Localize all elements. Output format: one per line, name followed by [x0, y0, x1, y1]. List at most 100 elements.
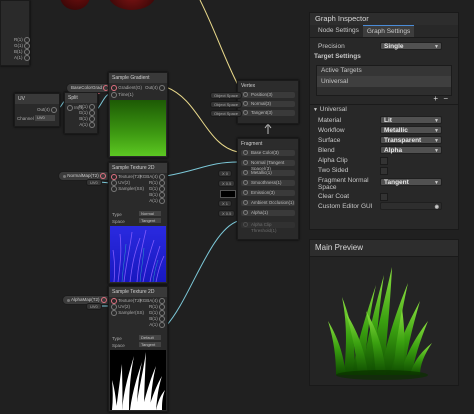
blend-row: Blend Alpha ▼ [310, 146, 458, 156]
vertex-position-slot[interactable]: Position(3) [241, 92, 295, 98]
time-in-port[interactable]: Time(1) [111, 92, 134, 98]
vertex-normal-slot[interactable]: Normal(3) [241, 101, 295, 107]
alpha-clip-checkbox[interactable] [380, 157, 388, 165]
tex2-type-label: Type [112, 336, 122, 341]
sample-gradient-node[interactable]: Sample Gradient Gradient(G) Time(1) Out(… [108, 72, 168, 158]
fragment-normal-slot[interactable]: Normal (Tangent Space)(3) [241, 160, 295, 171]
inspector-title: Graph Inspector [310, 13, 458, 25]
split-node-partial[interactable]: R(1) G(1) B(1) A(1) [0, 0, 31, 66]
tex2-a-out[interactable]: A(1) [139, 322, 165, 328]
clear-coat-row: Clear Coat [310, 192, 458, 202]
alpha-clip-row: Alpha Clip [310, 156, 458, 166]
two-sided-row: Two Sided [310, 166, 458, 176]
sample-texture-alpha-node[interactable]: Sample Texture 2D Texture(T2) UV(2) Samp… [108, 286, 168, 412]
gradient-preview [110, 100, 166, 156]
fragment-ao-input[interactable]: X 1 [218, 200, 233, 207]
material-row: Material Lit ▼ [310, 116, 458, 126]
main-preview-viewport[interactable] [310, 257, 458, 385]
universal-section[interactable]: ▼ Universal [310, 105, 458, 116]
fragment-alphaclip-slot[interactable]: Alpha Clip Threshold(1) [241, 222, 295, 233]
fragment-basecolor-slot[interactable]: Base Color(3) [241, 150, 295, 156]
port-a[interactable]: A(1) [14, 55, 30, 61]
fragment-alphaclip-input[interactable]: X 0.5 [218, 210, 236, 217]
fragment-smoothness-slot[interactable]: Smoothness(1) [241, 180, 295, 186]
fragment-normal-space-dropdown[interactable]: Tangent ▼ [380, 178, 442, 186]
fragment-metallic-slot[interactable]: Metallic(1) [241, 170, 295, 176]
precision-dropdown[interactable]: Single ▼ [380, 42, 442, 50]
normal-uv-input[interactable]: UV0 [86, 179, 102, 186]
surface-label: Surface [318, 137, 341, 144]
tex1-space-dropdown[interactable]: Tangent [139, 218, 161, 223]
alpha-map-preview [110, 350, 166, 410]
workflow-dropdown[interactable]: Metallic ▼ [380, 126, 442, 134]
fragment-normal-space-row: Fragment Normal Space Tangent ▼ [310, 176, 458, 192]
fragment-normal-label-line2: Space [318, 184, 337, 191]
tab-node-settings[interactable]: Node Settings [314, 25, 363, 37]
two-sided-label: Two Sided [318, 167, 349, 174]
tex1-type-dropdown[interactable]: Normal [139, 211, 161, 216]
vertex-tangent-input[interactable]: Object Space [210, 110, 243, 117]
vertex-context[interactable]: Vertex Position(3) Normal(3) Tangent(3) [237, 80, 299, 124]
sample-texture-alpha-title: Sample Texture 2D [109, 287, 167, 297]
workflow-label: Workflow [318, 127, 345, 134]
vertex-title: Vertex [238, 81, 298, 91]
active-targets-header: Active Targets [317, 66, 451, 76]
normal-map-property[interactable]: NormalMap(T2) [58, 171, 112, 181]
chevron-down-icon: ▼ [434, 148, 439, 154]
gradient-out-port[interactable]: Out(4) [145, 85, 165, 91]
alpha-uv-input[interactable]: UV0 [86, 303, 102, 310]
clear-coat-checkbox[interactable] [380, 193, 388, 201]
vertex-tangent-slot[interactable]: Tangent(3) [241, 110, 295, 116]
sample-texture-normal-title: Sample Texture 2D [109, 163, 167, 173]
active-target-universal[interactable]: Universal [317, 76, 451, 87]
custom-editor-gui-field[interactable]: ◉ [380, 202, 442, 210]
fragment-emission-color[interactable] [220, 190, 236, 198]
blend-label: Blend [318, 147, 335, 154]
target-settings-row: Target Settings [310, 52, 458, 62]
uv-channel-label: Channel [17, 116, 34, 121]
split-node[interactable]: Split In(4) R(1) G(1) B(1) A(1) [64, 92, 98, 134]
uv-node[interactable]: UV Out(4) Channel UV0 [14, 93, 60, 127]
fragment-metallic-input[interactable]: X 0 [218, 170, 233, 177]
uv-channel-dropdown[interactable]: UV0 [35, 115, 55, 121]
sample-gradient-title: Sample Gradient [109, 73, 167, 83]
vertex-position-input[interactable]: Object Space [210, 92, 243, 99]
gradient-in-port[interactable]: Gradient(G) [111, 85, 142, 91]
tab-graph-settings[interactable]: Graph Settings [362, 25, 415, 37]
tex1-space-label: Space [112, 219, 125, 224]
main-preview-panel: Main Preview [309, 239, 459, 386]
tex2-space-label: Space [112, 343, 125, 348]
inspector-tabs: Node Settings Graph Settings [310, 25, 458, 37]
precision-label: Precision [318, 43, 345, 50]
chevron-down-icon: ▼ [434, 128, 439, 134]
active-targets-list: Active Targets Universal [316, 65, 452, 96]
chevron-down-icon: ▼ [434, 44, 439, 50]
uv-out-port[interactable]: Out(4) [37, 107, 57, 113]
graph-inspector: Graph Inspector Node Settings Graph Sett… [309, 12, 459, 230]
target-settings-label: Target Settings [314, 53, 361, 60]
surface-row: Surface Transparent ▼ [310, 136, 458, 146]
fragment-smoothness-input[interactable]: X 0.5 [218, 180, 236, 187]
fragment-emission-slot[interactable]: Emission(3) [241, 190, 295, 196]
grass-preview-image [328, 267, 432, 380]
tex2-type-dropdown[interactable]: Default [139, 335, 161, 340]
workflow-row: Workflow Metallic ▼ [310, 126, 458, 136]
custom-editor-gui-label: Custom Editor GUI [318, 203, 373, 210]
material-dropdown[interactable]: Lit ▼ [380, 116, 442, 124]
alpha-clip-label: Alpha Clip [318, 157, 348, 164]
remove-target-button[interactable]: − [443, 94, 448, 103]
split-a-port[interactable]: A(1) [79, 122, 95, 128]
chevron-down-icon: ▼ [434, 118, 439, 124]
chevron-down-icon: ▼ [313, 107, 318, 113]
tex1-a-out[interactable]: A(1) [139, 198, 165, 204]
two-sided-checkbox[interactable] [380, 167, 388, 175]
blend-dropdown[interactable]: Alpha ▼ [380, 146, 442, 154]
fragment-context[interactable]: Fragment Base Color(3) Normal (Tangent S… [237, 138, 299, 240]
fragment-alpha-slot[interactable]: Alpha(1) [241, 210, 295, 216]
add-target-button[interactable]: + [433, 94, 438, 103]
tex2-space-dropdown[interactable]: Tangent [139, 342, 161, 347]
vertex-normal-input[interactable]: Object Space [210, 101, 243, 108]
surface-dropdown[interactable]: Transparent ▼ [380, 136, 442, 144]
sample-texture-normal-node[interactable]: Sample Texture 2D Texture(T2) UV(2) Samp… [108, 162, 168, 284]
fragment-ao-slot[interactable]: Ambient Occlusion(1) [241, 200, 295, 206]
